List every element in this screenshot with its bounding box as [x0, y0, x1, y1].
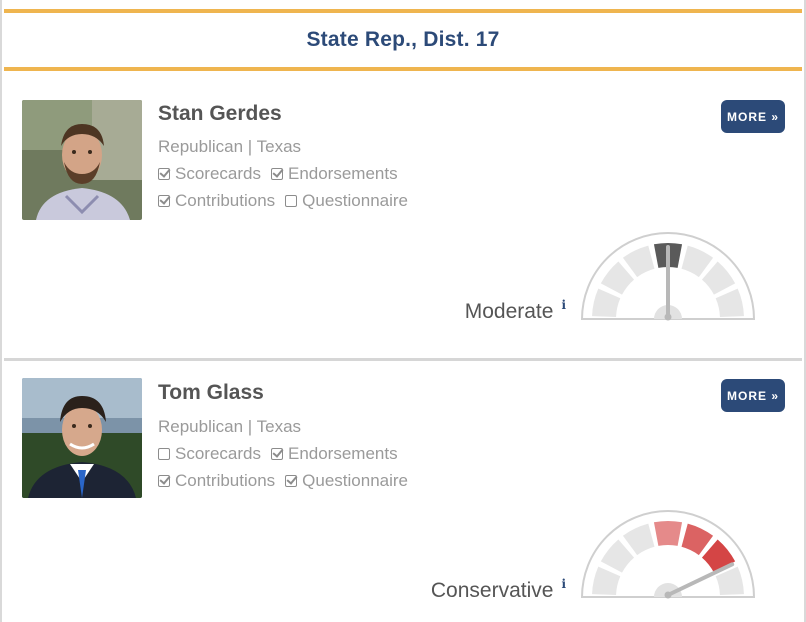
rating-text: Conservative — [430, 579, 554, 602]
checkbox-empty-icon — [285, 195, 298, 207]
check-label: Endorsements — [287, 444, 398, 463]
checkbox-checked-icon — [270, 168, 283, 180]
ideology-gauge — [580, 510, 756, 599]
check-label: Scorecards — [175, 444, 261, 463]
checkbox-checked-icon — [158, 168, 170, 180]
gauge-segment — [653, 521, 683, 546]
check-questionnaire: Questionnaire — [285, 471, 408, 491]
check-endorsements: Endorsements — [270, 164, 398, 184]
check-contributions: Contributions — [158, 191, 275, 211]
rating-text: Moderate — [464, 300, 554, 323]
checkbox-empty-icon — [158, 448, 170, 460]
check-contributions: Contributions — [158, 471, 275, 491]
ideology-gauge — [580, 232, 756, 321]
checks-row: Scorecards Endorsements — [158, 444, 398, 464]
rating-label: Moderate i — [464, 298, 566, 324]
candidate-card: Tom Glass Republican | Texas Scorecards … — [4, 361, 802, 622]
checkbox-checked-icon — [158, 475, 170, 487]
check-label: Endorsements — [287, 164, 398, 183]
candidate-party-state: Republican | Texas — [158, 417, 302, 436]
info-icon[interactable]: i — [561, 298, 566, 312]
race-header: State Rep., Dist. 17 — [4, 9, 802, 71]
gauge-pivot — [664, 313, 672, 321]
info-icon[interactable]: i — [561, 577, 566, 591]
check-label: Contributions — [175, 471, 276, 490]
race-title: State Rep., Dist. 17 — [306, 28, 500, 51]
checks-row: Contributions Questionnaire — [158, 191, 408, 211]
checkbox-checked-icon — [285, 475, 298, 487]
candidate-card: Stan Gerdes Republican | Texas Scorecard… — [4, 71, 802, 361]
candidate-name[interactable]: Tom Glass — [158, 381, 264, 405]
check-endorsements: Endorsements — [270, 444, 398, 464]
check-label: Scorecards — [175, 164, 261, 183]
check-label: Contributions — [175, 191, 276, 210]
check-questionnaire: Questionnaire — [285, 191, 408, 211]
gauge-pivot — [664, 591, 672, 599]
check-scorecards: Scorecards — [158, 444, 261, 464]
candidate-photo[interactable] — [22, 100, 142, 220]
checkbox-checked-icon — [158, 195, 170, 207]
check-scorecards: Scorecards — [158, 164, 261, 184]
race-panel: State Rep., Dist. 17 Stan Gerdes Republi… — [0, 0, 806, 622]
more-button[interactable]: MORE » — [721, 379, 785, 412]
check-label: Questionnaire — [302, 471, 409, 490]
candidate-name[interactable]: Stan Gerdes — [158, 102, 282, 126]
more-button[interactable]: MORE » — [721, 100, 785, 133]
candidate-photo[interactable] — [22, 378, 142, 498]
rating-label: Conservative i — [430, 577, 566, 603]
checks-row: Scorecards Endorsements — [158, 164, 398, 184]
checkbox-checked-icon — [270, 448, 283, 460]
candidate-party-state: Republican | Texas — [158, 137, 302, 156]
checks-row: Contributions Questionnaire — [158, 471, 408, 491]
check-label: Questionnaire — [302, 191, 409, 210]
